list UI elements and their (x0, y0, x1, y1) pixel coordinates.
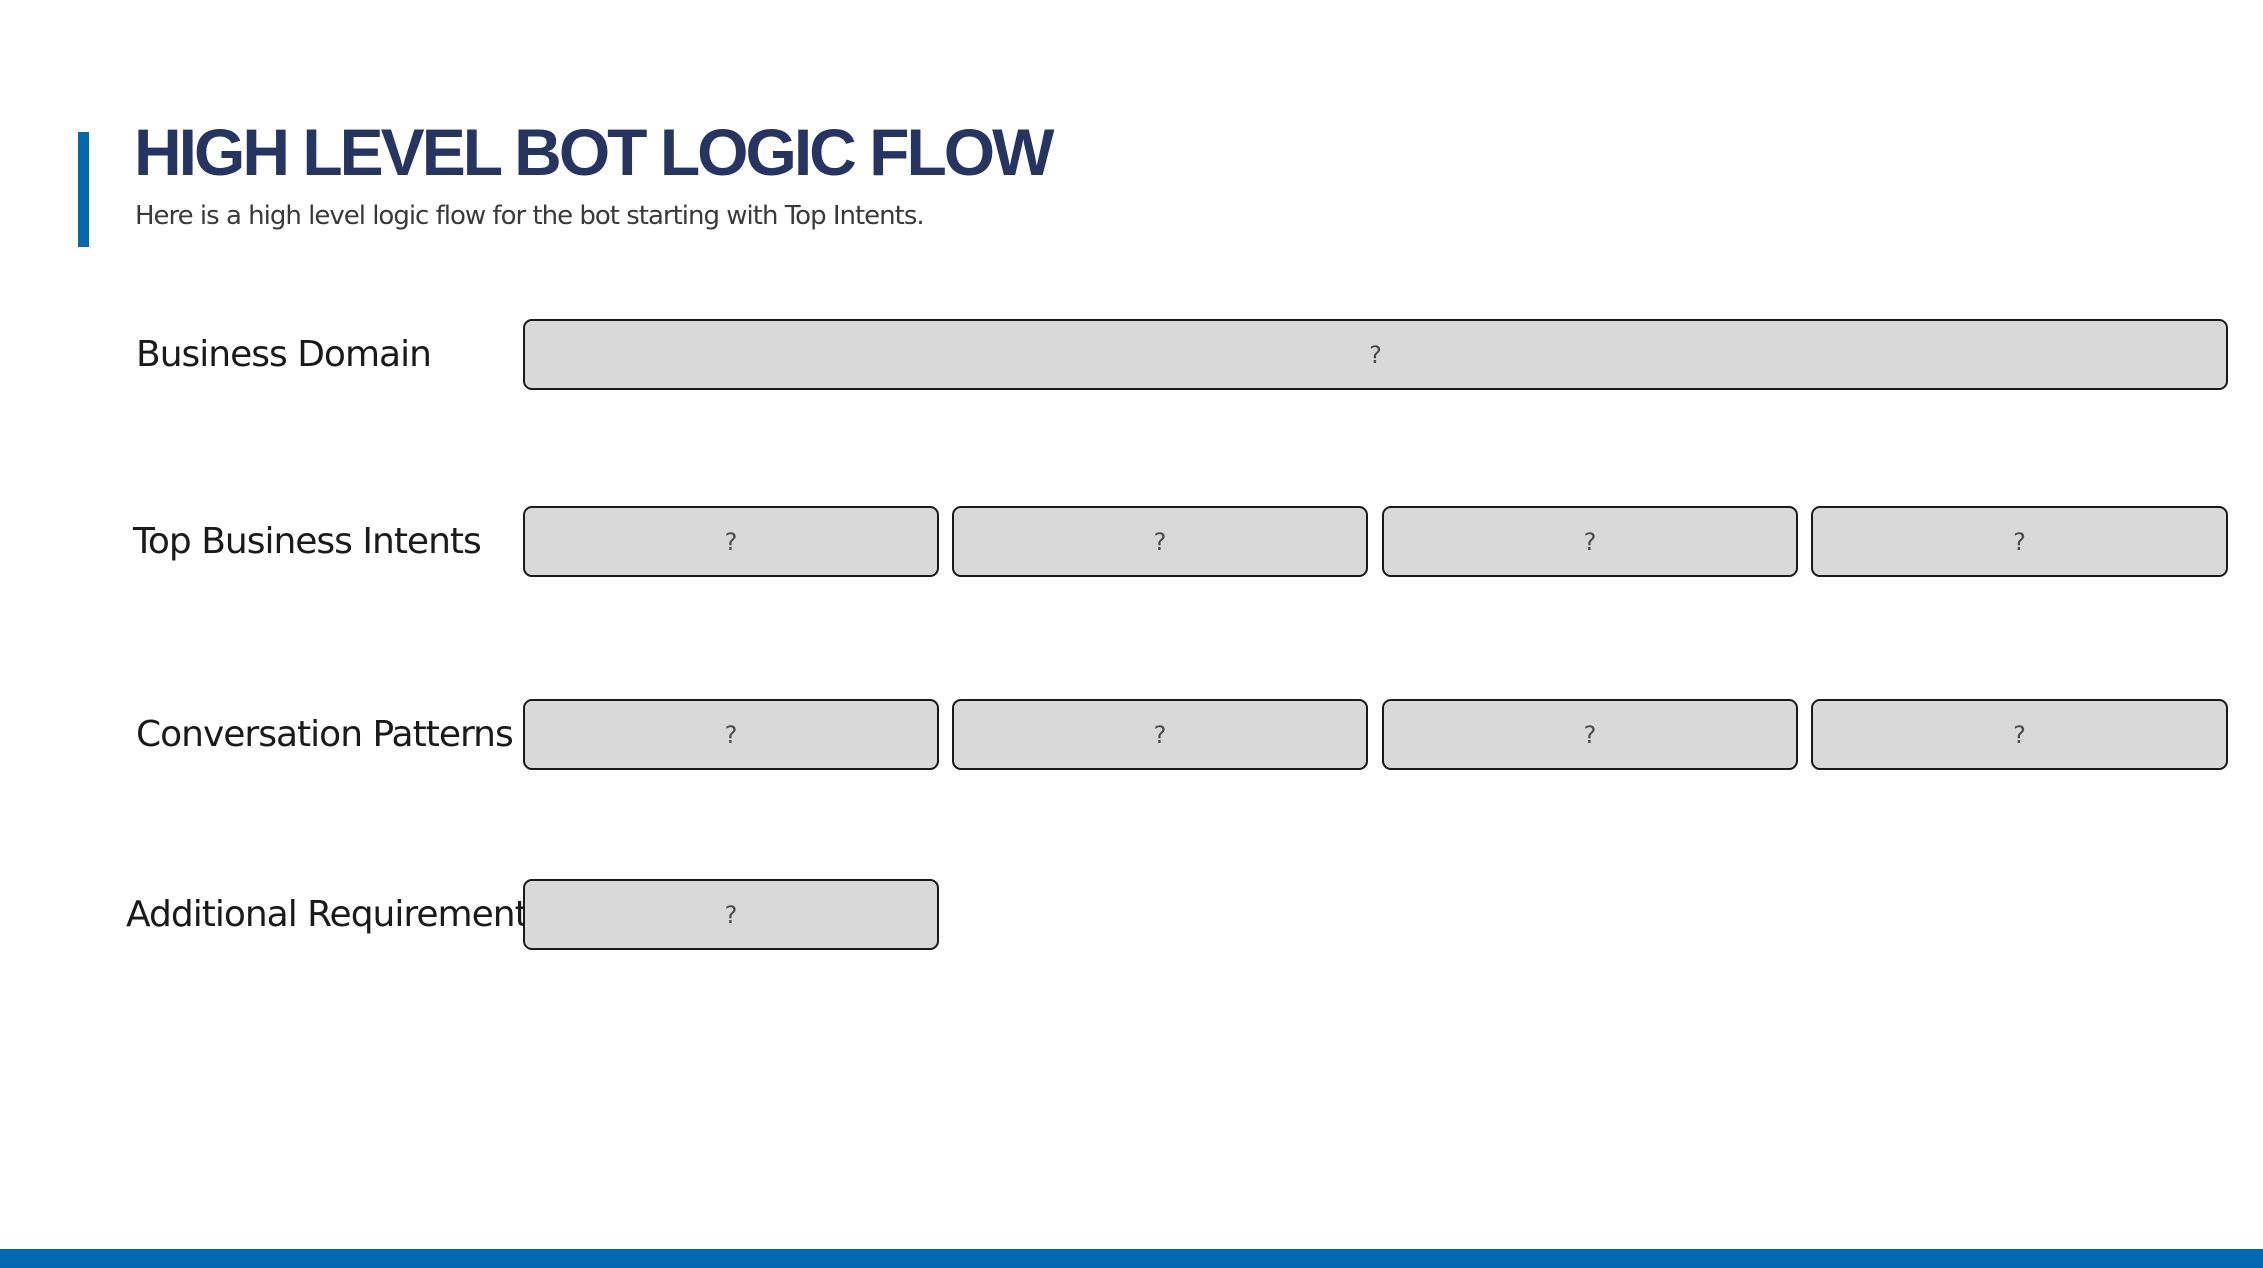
top-intent-box-4[interactable]: ? (1811, 506, 2228, 577)
row-label-top-business-intents: Top Business Intents (133, 521, 482, 562)
box-text: ? (724, 900, 738, 929)
conversation-pattern-box-1[interactable]: ? (523, 699, 939, 770)
box-text: ? (2013, 527, 2026, 556)
box-text: ? (724, 720, 738, 749)
box-text: ? (1583, 720, 1597, 749)
conversation-pattern-box-3[interactable]: ? (1382, 699, 1798, 770)
box-text: ? (1583, 527, 1597, 556)
business-domain-box[interactable]: ? (523, 319, 2228, 390)
top-intent-box-3[interactable]: ? (1382, 506, 1798, 577)
page-title: HIGH LEVEL BOT LOGIC FLOW (134, 115, 1054, 189)
box-text: ? (1153, 720, 1167, 749)
top-intent-box-1[interactable]: ? (523, 506, 939, 577)
row-label-additional-requirements: Additional Requirements (126, 894, 546, 935)
title-accent-bar (78, 132, 89, 247)
row-label-conversation-patterns: Conversation Patterns (136, 714, 514, 755)
additional-requirements-box[interactable]: ? (523, 879, 939, 950)
footer-accent-bar (0, 1249, 2263, 1268)
box-text: ? (1153, 527, 1167, 556)
page-subtitle: Here is a high level logic flow for the … (135, 201, 925, 231)
conversation-pattern-box-2[interactable]: ? (952, 699, 1368, 770)
conversation-pattern-box-4[interactable]: ? (1811, 699, 2228, 770)
box-text: ? (724, 527, 738, 556)
box-text: ? (1369, 340, 1382, 369)
box-text: ? (2013, 720, 2026, 749)
top-intent-box-2[interactable]: ? (952, 506, 1368, 577)
row-label-business-domain: Business Domain (136, 334, 432, 375)
